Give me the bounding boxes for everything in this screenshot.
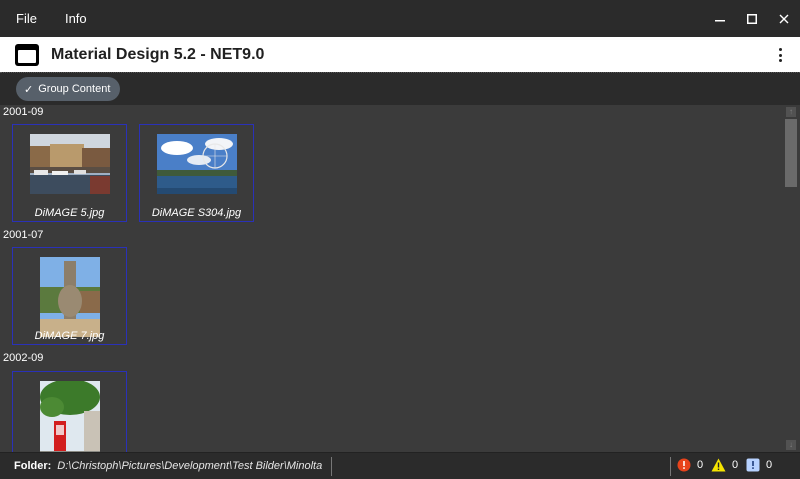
menu-file[interactable]: File: [8, 11, 45, 26]
maximize-button[interactable]: [736, 0, 768, 37]
error-icon: [677, 458, 691, 472]
scroll-up-button[interactable]: ↑: [786, 107, 796, 117]
window-controls: [704, 0, 800, 37]
image-caption: DiMAGE 7.jpg: [34, 330, 105, 342]
minimize-button[interactable]: [704, 0, 736, 37]
info-icon: [746, 458, 760, 472]
maximize-icon: [747, 13, 757, 24]
image-tile[interactable]: DiMAGE 5.jpg: [12, 124, 127, 222]
image-thumbnail: [39, 257, 100, 337]
scroll-down-button[interactable]: ↓: [786, 440, 796, 450]
scroll-thumb[interactable]: [785, 119, 797, 187]
toolbar: ✓ Group Content: [0, 72, 800, 105]
app-title: Material Design 5.2 - NET9.0: [51, 45, 265, 63]
group-content-label: Group Content: [38, 83, 111, 95]
image-tile[interactable]: DiMAGE S304.jpg: [139, 124, 254, 222]
more-vert-icon-dot: [778, 53, 782, 57]
info-counter[interactable]: 0: [746, 458, 772, 472]
chevron-up-icon: ↑: [789, 107, 793, 116]
folder-path: D:\Christoph\Pictures\Development\Test B…: [57, 460, 323, 472]
more-options-button[interactable]: [772, 45, 788, 65]
group-content-toggle[interactable]: ✓ Group Content: [16, 77, 121, 101]
more-vert-icon: [778, 48, 782, 51]
status-bar: Folder: D:\Christoph\Pictures\Developmen…: [0, 452, 800, 479]
image-caption: DiMAGE 5.jpg: [34, 207, 105, 219]
group-label: 2002-09: [3, 352, 44, 364]
status-divider: [670, 457, 671, 476]
chevron-down-icon: ↓: [789, 440, 793, 449]
check-icon: ✓: [24, 83, 34, 96]
image-tile[interactable]: [12, 371, 127, 452]
image-thumbnail: [39, 381, 100, 452]
more-vert-icon-dot: [778, 59, 782, 62]
warning-icon: [711, 458, 726, 472]
warning-counter[interactable]: 0: [711, 458, 738, 472]
minimize-icon: [715, 19, 725, 21]
warning-count: 0: [732, 459, 739, 471]
menu-info[interactable]: Info: [57, 11, 95, 26]
info-count: 0: [766, 459, 773, 471]
close-icon: [779, 14, 789, 23]
image-caption: DiMAGE S304.jpg: [151, 207, 242, 219]
status-divider: [331, 457, 332, 476]
close-button[interactable]: [768, 0, 800, 37]
image-gallery: 2001-09 DiMAGE 5.jpg DiMAGE S304.jpg 200…: [0, 105, 782, 452]
image-thumbnail: [29, 134, 110, 194]
image-thumbnail: [156, 134, 237, 194]
vertical-scrollbar[interactable]: ↑ ↓: [782, 105, 800, 452]
image-tile[interactable]: DiMAGE 7.jpg: [12, 247, 127, 345]
error-counter[interactable]: 0: [677, 458, 703, 472]
menu-bar: File Info: [0, 0, 800, 37]
folder-label: Folder:: [14, 460, 52, 472]
app-window-icon: [15, 43, 39, 66]
group-label: 2001-07: [3, 229, 44, 241]
app-bar: Material Design 5.2 - NET9.0: [0, 37, 800, 72]
error-count: 0: [697, 459, 704, 471]
group-label: 2001-09: [3, 106, 44, 118]
